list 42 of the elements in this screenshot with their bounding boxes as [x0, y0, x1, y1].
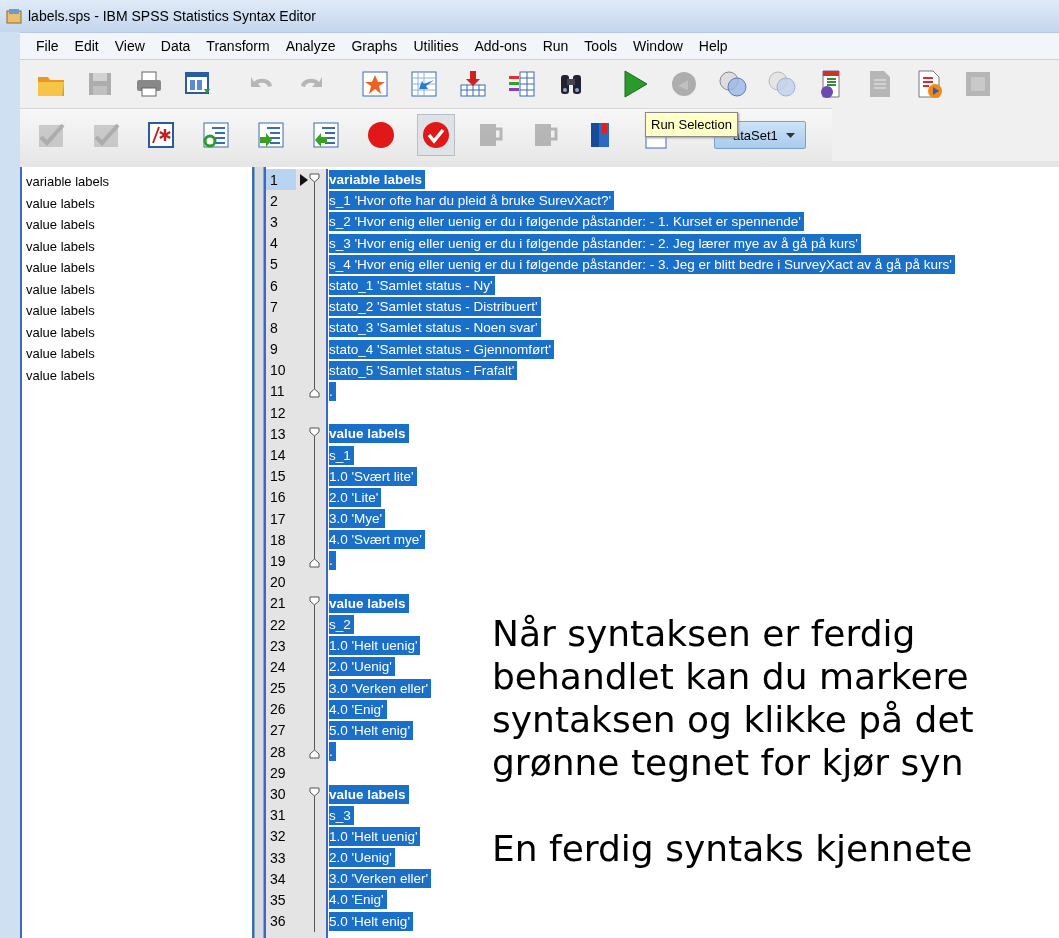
line-number: 33	[269, 848, 287, 868]
annotation-text: syntaksen og klikke på det	[492, 698, 974, 741]
line-number: 20	[269, 573, 287, 593]
line-number: 24	[269, 657, 287, 677]
line-number: 14	[269, 446, 287, 466]
line-number: 30	[269, 785, 287, 805]
line-number: 13	[269, 424, 287, 444]
line-number: 2	[269, 191, 279, 211]
line-number: 5	[269, 255, 279, 275]
line-number: 3	[269, 212, 279, 232]
line-number: 4	[269, 234, 279, 254]
line-number: 15	[269, 467, 287, 487]
annotation-text: behandlet kan du markere	[492, 655, 970, 698]
line-number: 9	[269, 340, 279, 360]
line-number: 16	[269, 488, 287, 508]
line-number: 29	[269, 763, 287, 783]
line-number: 32	[269, 827, 287, 847]
line-number: 19	[269, 551, 287, 571]
line-number: 18	[269, 530, 287, 550]
line-number: 12	[269, 403, 287, 423]
window-title: labels.sps - IBM SPSS Statistics Syntax Editor	[28, 8, 316, 24]
line-number: 22	[269, 615, 287, 635]
line-number: 27	[269, 721, 287, 741]
line-number: 10	[269, 361, 287, 381]
line-number: 35	[269, 890, 287, 910]
line-number: 28	[269, 742, 287, 762]
line-number: 26	[269, 700, 287, 720]
line-number: 31	[269, 806, 287, 826]
annotation-text: En ferdig syntaks kjennete	[492, 827, 974, 870]
line-number: 7	[269, 297, 279, 317]
line-number: 8	[269, 318, 279, 338]
line-number: 21	[269, 594, 287, 614]
line-number: 36	[269, 912, 287, 932]
line-number: 23	[269, 636, 287, 656]
line-number: 11	[269, 382, 286, 402]
line-number: 34	[269, 869, 287, 889]
line-number: 25	[269, 679, 287, 699]
line-number: 17	[269, 509, 287, 529]
line-number: 1	[266, 169, 296, 191]
annotation-text: grønne tegnet for kjør syn	[492, 741, 965, 784]
line-number: 6	[269, 276, 279, 296]
annotation-text: Når syntaksen er ferdig	[492, 612, 917, 655]
